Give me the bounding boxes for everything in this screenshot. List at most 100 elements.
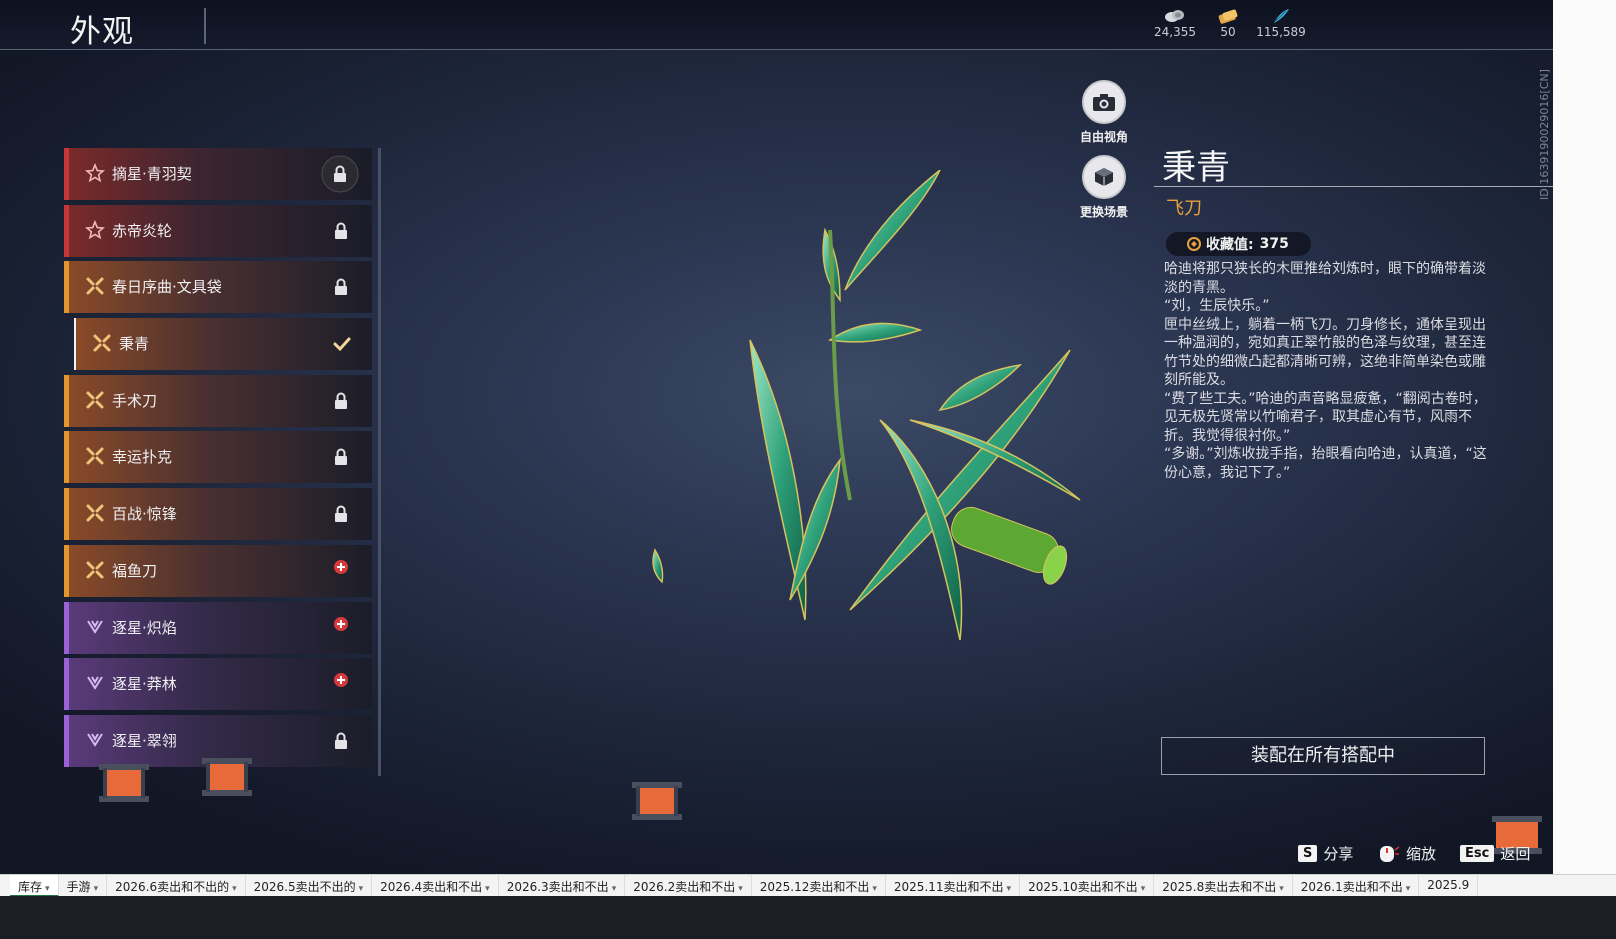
item-label: 百战·惊锋 <box>112 505 177 524</box>
item-description: 哈迪将那只狭长的木匣推给刘炼时，眼下的确带着淡淡的青黑。 “刘，生辰快乐。” 匣… <box>1164 261 1487 481</box>
sheet-tab[interactable]: 2026.4卖出和不出 ▾ <box>372 875 499 897</box>
share-hint[interactable]: S 分享 <box>1298 843 1353 864</box>
item-label: 逐星·翠翎 <box>112 731 177 750</box>
back-label: 返回 <box>1500 845 1531 863</box>
sheet-tab[interactable]: 2026.1卖出和不出 ▾ <box>1293 875 1420 897</box>
currency-tickets: 50 <box>1198 8 1258 39</box>
sheet-tab-label: 2025.10卖出和不出 <box>1028 880 1138 894</box>
lock-icon <box>332 731 350 751</box>
rarity-icon <box>85 162 105 183</box>
sheet-tab[interactable]: 2026.3卖出和不出 ▾ <box>499 875 626 897</box>
sheet-tab-label: 2026.1卖出和不出 <box>1300 880 1403 894</box>
sheet-tab[interactable]: 2025.11卖出和不出 ▾ <box>886 875 1021 897</box>
change-scene-label: 更换场景 <box>1079 205 1128 219</box>
share-label: 分享 <box>1323 845 1354 863</box>
currency-coins: 24,355 <box>1145 8 1205 39</box>
appearance-item[interactable]: 春日序曲·文具袋 <box>64 261 372 314</box>
coin-pile-icon <box>1165 10 1184 22</box>
share-key: S <box>1298 845 1318 862</box>
appearance-item[interactable]: 逐星·炽焰 <box>64 601 372 654</box>
appearance-item[interactable]: 秉青 <box>74 318 372 371</box>
tabs-spacer <box>0 875 10 896</box>
sheet-tab-label: 2025.8卖出去和不出 <box>1162 880 1277 894</box>
rarity-icon <box>85 219 105 240</box>
camera-icon <box>1082 80 1126 124</box>
appearance-item[interactable]: 摘星·青羽契 <box>64 148 372 200</box>
appearance-item[interactable]: 幸运扑克 <box>64 431 372 484</box>
lock-icon <box>332 277 350 297</box>
item-label: 逐星·莽林 <box>112 675 177 694</box>
appearance-item[interactable]: 百战·惊锋 <box>64 488 372 541</box>
lantern-decoration <box>202 758 252 796</box>
item-type: 飞刀 <box>1166 198 1202 219</box>
chevron-down-icon: ▾ <box>232 884 237 894</box>
rarity-icon <box>85 390 105 410</box>
game-viewport: 外观 24,355 50 115,589 摘星·青羽契 赤帝炎轮 春日序曲·文具袋秉… <box>0 0 1553 874</box>
free-view-button[interactable]: 自由视角 <box>1064 80 1144 145</box>
sheet-tab-label: 2026.5卖出不出的 <box>253 880 356 894</box>
rarity-icon <box>85 617 105 637</box>
chevron-down-icon: ▾ <box>93 884 99 894</box>
chevron-down-icon: ▾ <box>45 884 50 894</box>
appearance-item[interactable]: 手术刀 <box>64 374 372 427</box>
sheet-tab-label: 2025.11卖出和不出 <box>893 880 1004 894</box>
rarity-icon <box>92 333 112 353</box>
lock-icon <box>332 391 350 411</box>
sheet-tab-label: 2025.9 <box>1427 878 1470 892</box>
item-label: 福鱼刀 <box>112 561 158 580</box>
change-scene-button[interactable]: 更换场景 <box>1064 155 1144 220</box>
collection-icon <box>1187 237 1201 251</box>
sheet-tab[interactable]: 2026.2卖出和不出 ▾ <box>625 875 752 897</box>
background-window-strip <box>1553 0 1616 874</box>
item-label: 手术刀 <box>112 391 158 410</box>
rarity-icon <box>85 673 105 693</box>
feather-icon <box>1274 9 1289 23</box>
sheet-tab-label: 2026.3卖出和不出 <box>506 880 609 894</box>
lock-icon <box>332 447 350 467</box>
sheet-tab-label: 2026.4卖出和不出 <box>380 880 483 894</box>
sheet-tab[interactable]: 手游 ▾ <box>59 875 108 897</box>
esc-key: Esc <box>1460 845 1495 862</box>
collection-label: 收藏值: <box>1206 237 1254 253</box>
ticket-icon <box>1218 9 1238 24</box>
collection-value-badge: 收藏值: 375 <box>1166 232 1311 256</box>
sheet-tab[interactable]: 2025.10卖出和不出 ▾ <box>1020 875 1155 897</box>
build-id: ID:1639190029016[CN] <box>1538 69 1551 200</box>
chevron-down-icon: ▾ <box>1006 884 1012 894</box>
sheet-tab[interactable]: 2025.9 <box>1419 875 1479 897</box>
rarity-icon <box>85 503 105 523</box>
chevron-down-icon: ▾ <box>611 884 617 894</box>
free-view-label: 自由视角 <box>1079 130 1128 144</box>
sheet-tab-label: 2026.2卖出和不出 <box>633 880 736 894</box>
list-scrollbar[interactable] <box>378 148 381 776</box>
back-hint[interactable]: Esc 返回 <box>1460 843 1530 864</box>
rarity-icon <box>85 560 105 580</box>
item-label: 摘星·青羽契 <box>112 165 192 183</box>
appearance-item[interactable]: 逐星·莽林 <box>64 658 372 711</box>
item-name: 秉青 <box>1162 148 1230 188</box>
sheet-tab[interactable]: 2025.8卖出去和不出 ▾ <box>1154 875 1293 897</box>
equip-all-button[interactable]: 装配在所有搭配中 <box>1161 737 1485 775</box>
lock-icon <box>321 155 359 193</box>
sheet-tab-label: 库存 <box>18 880 43 894</box>
title-divider <box>204 8 206 44</box>
item-label: 春日序曲·文具袋 <box>112 278 222 297</box>
sheet-tab[interactable]: 2026.5卖出不出的 ▾ <box>246 875 373 897</box>
weapon-model-image <box>652 170 1081 641</box>
page-title: 外观 <box>70 14 134 50</box>
zoom-hint[interactable]: 缩放 <box>1378 843 1436 864</box>
appearance-item[interactable]: 赤帝炎轮 <box>64 204 372 257</box>
zoom-label: 缩放 <box>1406 845 1437 863</box>
lock-icon <box>332 504 350 524</box>
sheet-tab[interactable]: 2025.12卖出和不出 ▾ <box>752 875 886 897</box>
sheet-tab[interactable]: 2026.6卖出和不出的 ▾ <box>107 875 246 897</box>
sheet-tab[interactable]: 库存 ▾ <box>10 875 59 897</box>
item-label: 幸运扑克 <box>112 448 173 467</box>
sheet-tab-label: 2025.12卖出和不出 <box>759 880 870 894</box>
top-bar: 外观 24,355 50 115,589 <box>0 0 1553 50</box>
chevron-down-icon: ▾ <box>485 884 490 894</box>
mouse-icon <box>1380 845 1400 862</box>
appearance-item[interactable]: 福鱼刀 <box>64 544 372 597</box>
chevron-down-icon: ▾ <box>358 884 364 894</box>
sheet-tab-label: 手游 <box>66 880 91 894</box>
